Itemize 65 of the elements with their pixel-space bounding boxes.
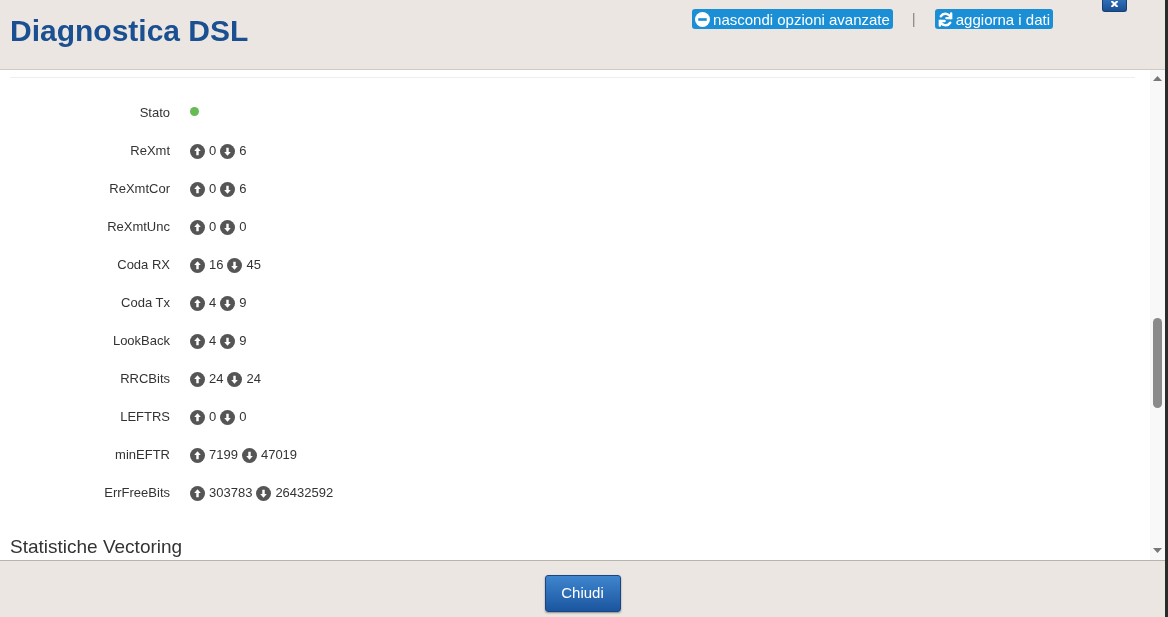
- arrow-down-circle-icon: [227, 371, 243, 387]
- row-label: Coda RX: [116, 256, 170, 275]
- upstream-value: 24: [209, 370, 224, 389]
- arrow-up-circle-icon: [190, 295, 205, 311]
- row-label: ErrFreeBits: [103, 484, 170, 503]
- downstream-value: 9: [239, 294, 247, 313]
- arrow-up-circle-icon: [190, 219, 205, 235]
- downstream-value: 6: [239, 142, 247, 161]
- scroll-down-icon[interactable]: [1153, 548, 1162, 553]
- arrow-up-circle-icon: [190, 257, 205, 273]
- upstream-value: 303783: [209, 484, 253, 503]
- close-button[interactable]: [1102, 0, 1127, 12]
- arrow-down-circle-icon: [220, 333, 236, 349]
- row-label: ReXmtCor: [108, 180, 170, 199]
- close-icon: [1111, 1, 1118, 7]
- minus-circle-icon: [695, 11, 711, 27]
- upstream-value: 4: [209, 294, 217, 313]
- row-label: LEFTRS: [119, 408, 170, 427]
- row-label: ReXmtUnc: [106, 218, 170, 237]
- row-label: minEFTR: [114, 446, 170, 465]
- section-title: Statistiche Vectoring: [10, 535, 184, 559]
- upstream-value: 0: [209, 408, 217, 427]
- upstream-value: 4: [209, 332, 217, 351]
- arrow-up-circle-icon: [190, 371, 205, 387]
- row-label: RRCBits: [119, 370, 170, 389]
- arrow-down-circle-icon: [220, 295, 236, 311]
- arrow-down-circle-icon: [220, 409, 236, 425]
- window-title: Diagnostica DSL: [10, 14, 249, 48]
- row-label: LookBack: [111, 332, 170, 351]
- row-label: Coda Tx: [120, 294, 170, 313]
- arrow-up-circle-icon: [190, 143, 205, 159]
- downstream-value: 24: [246, 370, 261, 389]
- separator-text: |: [911, 9, 916, 29]
- arrow-up-circle-icon: [190, 447, 205, 463]
- upstream-value: 16: [209, 256, 224, 275]
- upstream-value: 0: [209, 142, 217, 161]
- downstream-value: 47019: [260, 446, 298, 465]
- arrow-down-circle-icon: [220, 143, 236, 159]
- arrow-up-circle-icon: [190, 409, 205, 425]
- downstream-value: 45: [246, 256, 261, 275]
- refresh-icon: [937, 11, 953, 27]
- upstream-value: 0: [209, 218, 217, 237]
- downstream-value: 9: [239, 332, 247, 351]
- arrow-down-circle-icon: [241, 447, 257, 463]
- scrollbar[interactable]: [1150, 70, 1165, 560]
- scroll-up-icon[interactable]: [1153, 76, 1162, 81]
- arrow-up-circle-icon: [190, 333, 205, 349]
- arrow-down-circle-icon: [256, 485, 272, 501]
- close-dialog-button[interactable]: Chiudi: [544, 575, 621, 612]
- arrow-down-circle-icon: [227, 257, 243, 273]
- downstream-value: 26432592: [275, 484, 334, 503]
- downstream-value: 0: [239, 408, 247, 427]
- downstream-value: 0: [239, 218, 247, 237]
- upstream-value: 0: [209, 180, 217, 199]
- arrow-down-circle-icon: [220, 219, 236, 235]
- hide-options-link[interactable]: nascondi opzioni avanzate: [692, 9, 893, 30]
- row-label: Stato: [138, 104, 170, 123]
- arrow-down-circle-icon: [220, 181, 236, 197]
- scrollbar-thumb[interactable]: [1153, 318, 1162, 408]
- row-label: ReXmt: [129, 142, 170, 161]
- refresh-link[interactable]: aggiorna i dati: [934, 9, 1053, 30]
- arrow-up-circle-icon: [190, 485, 205, 501]
- arrow-up-circle-icon: [190, 181, 205, 197]
- upstream-value: 7199: [209, 446, 238, 465]
- downstream-value: 6: [239, 180, 247, 199]
